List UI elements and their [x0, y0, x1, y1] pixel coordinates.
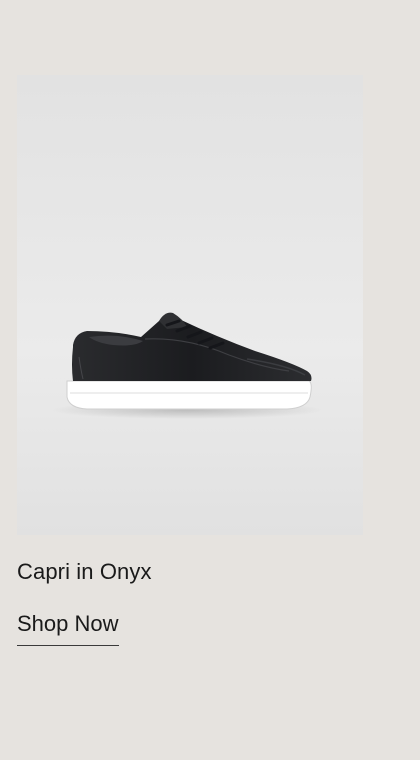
product-image[interactable]: [17, 75, 363, 535]
sneaker-graphic: [66, 312, 312, 410]
product-card: [17, 75, 363, 535]
shop-now-link[interactable]: Shop Now: [17, 611, 119, 646]
product-title: Capri in Onyx: [17, 559, 152, 584]
